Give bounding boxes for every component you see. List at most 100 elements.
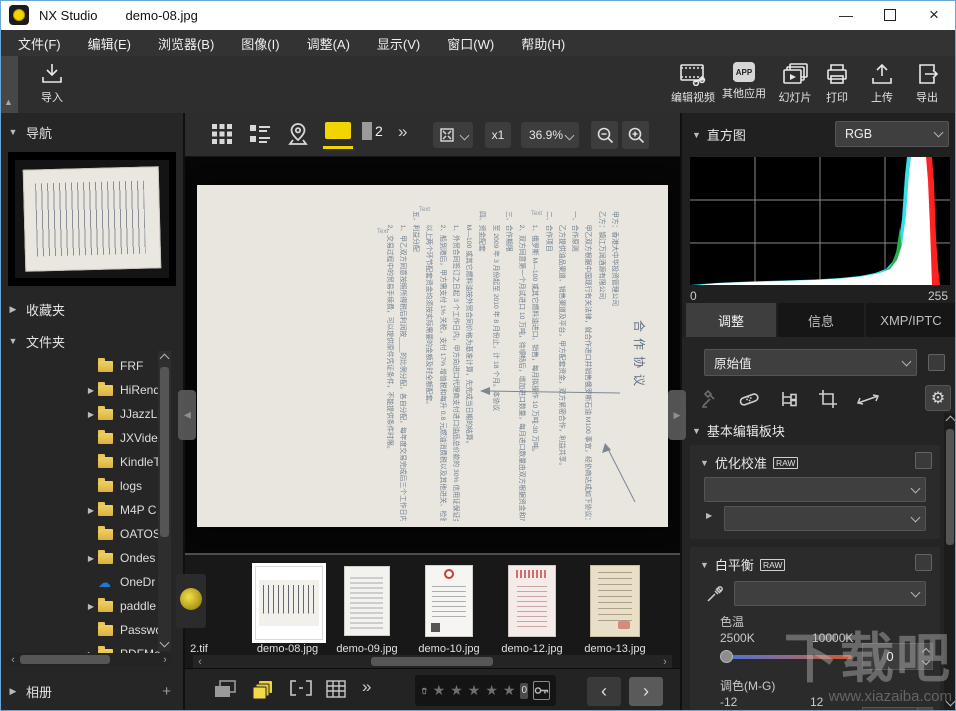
compare-button[interactable] xyxy=(213,679,237,699)
folder-row[interactable]: JXVide xyxy=(0,426,160,450)
folder-row[interactable]: FRF xyxy=(0,354,160,378)
image-canvas[interactable]: 合作协议 甲方：香港大中华投资管理公司 乙方：镇江万润酒源有限公司 甲乙双方根据… xyxy=(185,157,680,553)
tint-value[interactable]: 0.00 xyxy=(862,707,918,711)
preset-dropdown[interactable]: 原始值 xyxy=(704,349,917,376)
print-button[interactable]: 打印 xyxy=(815,62,859,110)
scrollbar-thumb[interactable] xyxy=(946,429,954,545)
scroll-left-icon[interactable]: ‹ xyxy=(6,654,20,666)
retouch-brush-icon[interactable] xyxy=(738,389,760,409)
stack-thumbnails-button[interactable] xyxy=(251,679,275,701)
image-view-button[interactable] xyxy=(323,122,353,149)
fit-screen-dropdown[interactable] xyxy=(433,122,473,148)
settings-button[interactable]: ⚙ xyxy=(925,385,951,411)
basic-edit-header[interactable]: ▼ 基本编辑板块 xyxy=(692,421,785,440)
toolbar-collapse-strip[interactable]: ▲ xyxy=(0,56,18,113)
folder-row[interactable]: OATOS xyxy=(0,522,160,546)
slideshow-button[interactable]: 幻灯片 xyxy=(769,62,821,110)
menu-window[interactable]: 窗口(W) xyxy=(447,34,494,53)
scroll-left-icon[interactable]: ‹ xyxy=(193,656,207,668)
folder-tree-scrollbar[interactable] xyxy=(158,351,171,651)
levels-sampler-icon[interactable] xyxy=(700,389,720,409)
menu-image[interactable]: 图像(I) xyxy=(241,34,279,53)
histogram-channel-dropdown[interactable]: RGB xyxy=(835,121,949,147)
expander-icon[interactable]: ▶ xyxy=(84,602,98,611)
star-icon[interactable]: ★ xyxy=(450,682,463,699)
expander-icon[interactable]: ▶ xyxy=(84,386,98,395)
filmstrip-item-selected[interactable] xyxy=(252,563,326,643)
histogram-header[interactable]: ▼ 直方图 xyxy=(692,125,746,144)
temp-spinner[interactable] xyxy=(918,643,933,670)
minimize-button[interactable]: — xyxy=(824,0,868,30)
star-icon[interactable]: ★ xyxy=(485,682,498,699)
protect-key-button[interactable] xyxy=(533,681,550,700)
expander-icon[interactable]: ▶ xyxy=(84,506,98,515)
multi-view-button[interactable]: 2 xyxy=(362,122,383,140)
filmstrip-scrollbar[interactable]: ‹ › xyxy=(193,655,672,668)
maximize-button[interactable] xyxy=(868,0,912,30)
tab-xmp-iptc[interactable]: XMP/IPTC xyxy=(866,303,956,337)
navigator-thumbnail[interactable] xyxy=(8,152,176,286)
scroll-down-icon[interactable] xyxy=(946,697,956,707)
star-icon[interactable]: ★ xyxy=(503,682,516,699)
list-view-button[interactable] xyxy=(248,122,272,146)
menu-view[interactable]: 显示(V) xyxy=(377,34,420,53)
white-balance-header[interactable]: ▼ 白平衡 RAW xyxy=(700,555,785,574)
folder-row[interactable]: ▶Ondes xyxy=(0,546,160,570)
folder-row[interactable]: ▶paddle xyxy=(0,594,160,618)
menu-help[interactable]: 帮助(H) xyxy=(521,34,565,53)
filmstrip-item[interactable] xyxy=(417,563,481,639)
white-balance-dropdown[interactable] xyxy=(734,581,926,606)
star-icon[interactable]: ★ xyxy=(468,682,481,699)
zoom-1to1-button[interactable]: x1 xyxy=(485,122,511,148)
tint-spinner[interactable] xyxy=(918,707,933,711)
folder-row[interactable]: ▶M4P C xyxy=(0,498,160,522)
hscrollbar-thumb[interactable] xyxy=(20,655,110,664)
albums-section-header[interactable]: ▶ 相册 + xyxy=(0,677,185,705)
scroll-right-icon[interactable]: › xyxy=(658,656,672,668)
folder-row[interactable]: ▶HiRend xyxy=(0,378,160,402)
filmstrip-item-tif[interactable] xyxy=(171,563,211,639)
other-apps-button[interactable]: APP 其他应用 xyxy=(718,62,770,110)
edit-video-button[interactable]: 编辑视频 xyxy=(667,62,719,110)
folder-row[interactable]: Passwo xyxy=(0,618,160,642)
preset-checkbox[interactable] xyxy=(928,354,945,371)
filmstrip-item[interactable] xyxy=(335,563,399,639)
scroll-down-icon[interactable] xyxy=(160,638,170,648)
add-album-icon[interactable]: + xyxy=(162,683,171,700)
close-button[interactable]: × xyxy=(912,0,956,30)
menu-adjust[interactable]: 调整(A) xyxy=(307,34,350,53)
map-view-button[interactable] xyxy=(286,122,310,146)
rightpanel-collapse-handle[interactable]: ▶ xyxy=(668,390,686,440)
more-tools-button[interactable]: » xyxy=(398,122,407,142)
filmstrip-item[interactable] xyxy=(583,563,647,639)
menu-file[interactable]: 文件(F) xyxy=(18,34,61,53)
zoom-out-button[interactable] xyxy=(591,121,618,149)
nav-section-header[interactable]: ▼ 导航 xyxy=(0,118,185,146)
folder-row[interactable]: ▶JJazzLa xyxy=(0,402,160,426)
crop-icon[interactable] xyxy=(818,389,838,409)
picture-control-sub-dropdown[interactable] xyxy=(724,506,926,531)
table-view-button[interactable] xyxy=(325,679,347,699)
tab-adjust[interactable]: 调整 xyxy=(686,303,776,337)
zoom-in-button[interactable] xyxy=(622,121,649,149)
favorites-section-header[interactable]: ▶ 收藏夹 xyxy=(0,295,185,323)
tab-info[interactable]: 信息 xyxy=(778,303,864,337)
straighten-icon[interactable] xyxy=(856,389,880,409)
expander-icon[interactable]: ▶ xyxy=(84,410,98,419)
previous-image-button[interactable]: ‹ xyxy=(587,677,621,706)
folder-row[interactable]: KindleT xyxy=(0,450,160,474)
expander-icon[interactable]: ▶ xyxy=(84,554,98,563)
trash-icon[interactable] xyxy=(421,683,428,699)
menu-browser[interactable]: 浏览器(B) xyxy=(158,34,214,53)
filmstrip-item[interactable] xyxy=(500,563,564,639)
scroll-up-icon[interactable] xyxy=(946,416,956,426)
versions-tree-icon[interactable] xyxy=(778,389,800,409)
export-button[interactable]: 导出 xyxy=(905,62,949,110)
temp-slider[interactable] xyxy=(724,655,852,659)
wb-eyedropper-icon[interactable] xyxy=(706,585,724,603)
frame-mode-button[interactable] xyxy=(289,679,313,697)
rating-count[interactable]: 0 xyxy=(520,683,528,699)
folder-row[interactable]: logs xyxy=(0,474,160,498)
folder-row[interactable]: ☁OneDr xyxy=(0,570,160,594)
hscrollbar-thumb[interactable] xyxy=(371,657,493,666)
